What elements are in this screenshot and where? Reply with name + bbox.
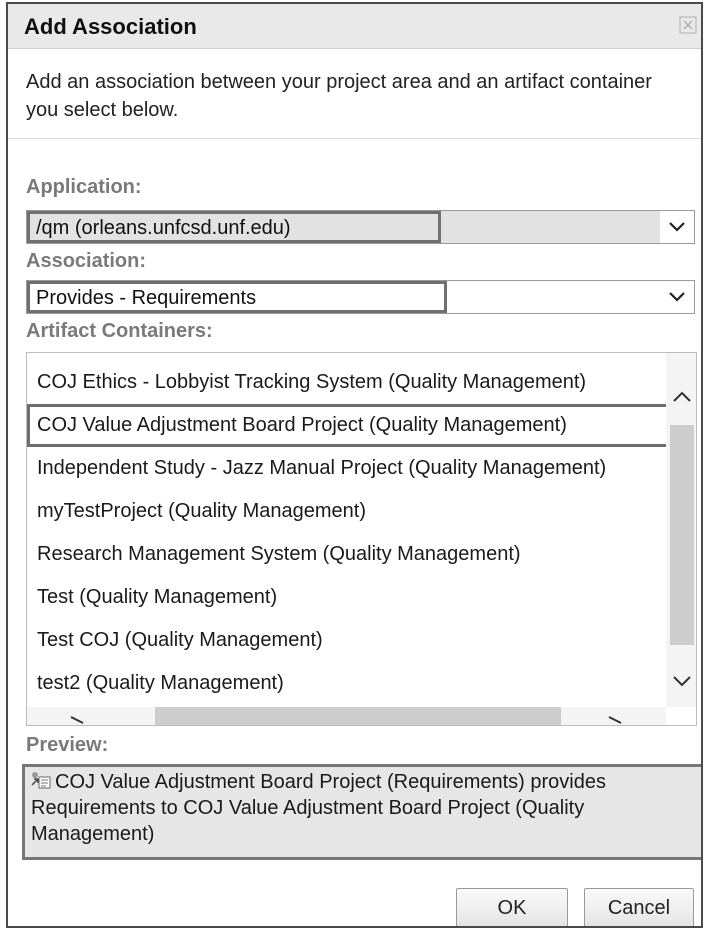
close-icon[interactable]: [679, 16, 697, 34]
chevron-down-icon[interactable]: [670, 671, 694, 691]
horizontal-scrollbar[interactable]: [27, 707, 666, 725]
list-item[interactable]: Test (Quality Management): [27, 576, 677, 619]
list-item[interactable]: Test COJ (Quality Management): [27, 619, 677, 662]
list-item[interactable]: test2 (Quality Management): [27, 662, 677, 705]
list-item-selected[interactable]: COJ Value Adjustment Board Project (Qual…: [27, 404, 675, 447]
association-value: Provides - Requirements: [27, 281, 447, 313]
divider: [8, 138, 701, 139]
chevron-down-icon[interactable]: [660, 211, 694, 243]
dialog-title: Add Association: [24, 14, 197, 39]
add-association-dialog: Add Association Add an association betwe…: [6, 2, 703, 928]
association-icon: [31, 772, 51, 789]
list-item[interactable]: myTestProject (Quality Management): [27, 490, 677, 533]
dialog-description: Add an association between your project …: [26, 71, 652, 121]
chevron-right-icon[interactable]: [605, 713, 625, 725]
chevron-down-icon[interactable]: [660, 281, 694, 313]
dialog-footer: OK Cancel: [8, 872, 701, 926]
preview-box: COJ Value Adjustment Board Project (Requ…: [22, 764, 701, 860]
ok-button[interactable]: OK: [456, 888, 568, 926]
artifact-containers-label: Artifact Containers:: [26, 320, 213, 342]
preview-label: Preview:: [26, 734, 109, 756]
vertical-scrollbar[interactable]: [666, 353, 696, 707]
application-value: /qm (orleans.unfcsd.unf.edu): [27, 211, 441, 243]
horizontal-scroll-thumb[interactable]: [155, 707, 561, 725]
cancel-button[interactable]: Cancel: [584, 888, 694, 926]
preview-text: COJ Value Adjustment Board Project (Requ…: [31, 771, 606, 845]
vertical-scroll-thumb[interactable]: [670, 425, 694, 645]
application-label: Application:: [26, 176, 142, 198]
artifact-containers-list[interactable]: COJ Ethics - Lobbyist Tracking System (Q…: [26, 352, 697, 726]
association-label: Association:: [26, 250, 147, 272]
chevron-up-icon[interactable]: [670, 387, 694, 407]
chevron-left-icon[interactable]: [67, 713, 87, 725]
application-select[interactable]: /qm (orleans.unfcsd.unf.edu): [26, 210, 695, 244]
list-item[interactable]: Independent Study - Jazz Manual Project …: [27, 447, 677, 490]
dialog-titlebar: Add Association: [8, 4, 701, 49]
list-item[interactable]: Research Management System (Quality Mana…: [27, 533, 677, 576]
association-select[interactable]: Provides - Requirements: [26, 280, 695, 314]
list-item[interactable]: COJ Ethics - Lobbyist Tracking System (Q…: [27, 361, 677, 404]
